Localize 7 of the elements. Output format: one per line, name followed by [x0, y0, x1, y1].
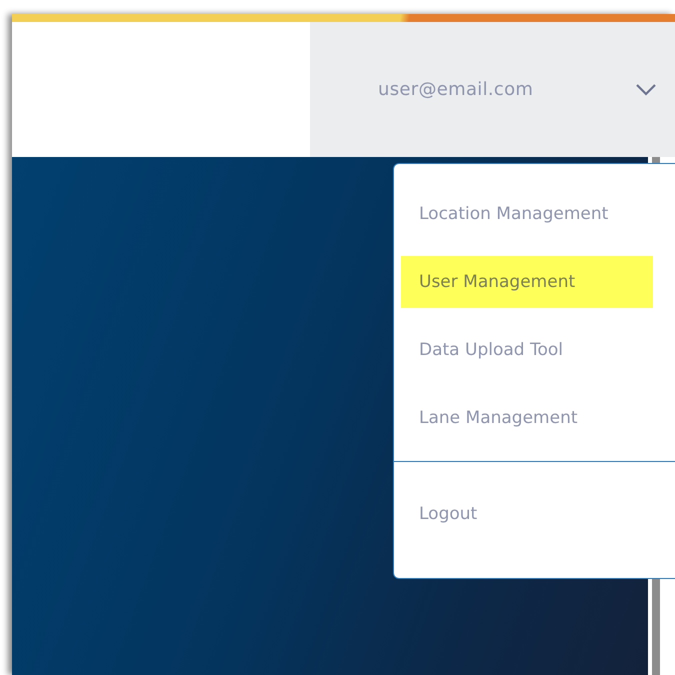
menu-item[interactable]: Location Management	[401, 188, 653, 240]
menu-item[interactable]: Data Upload Tool	[401, 324, 653, 376]
logout-menu-item[interactable]: Logout	[401, 488, 653, 540]
menu-item[interactable]: User Management	[401, 256, 653, 308]
chevron-down-icon	[635, 83, 657, 96]
menu-item[interactable]: Lane Management	[401, 392, 653, 444]
user-menu-button[interactable]: user@email.com	[310, 22, 675, 157]
